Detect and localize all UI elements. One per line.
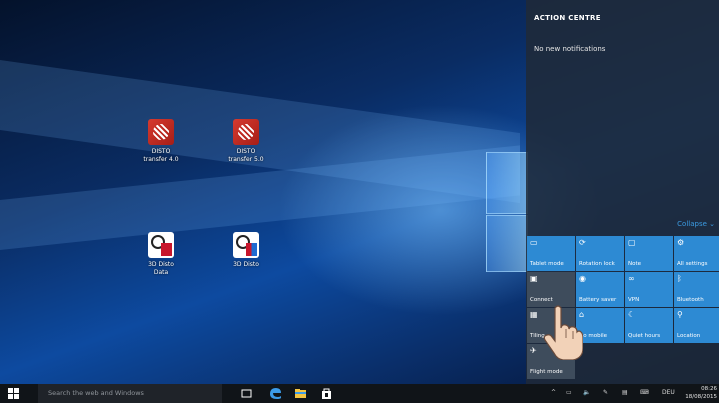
disto-transfer-icon xyxy=(148,119,174,145)
tiling-icon: ▦ xyxy=(530,310,538,319)
quick-action-go-mobile[interactable]: ⌂ Go mobile xyxy=(576,308,624,343)
clock-date: 18/08/2015 xyxy=(685,394,717,400)
pen-icon[interactable]: ✎ xyxy=(603,389,608,396)
tablet-mode-icon: ▭ xyxy=(530,238,538,247)
rotation-lock-icon: ⟳ xyxy=(579,238,586,247)
action-centre-icon[interactable]: ▤ xyxy=(622,389,628,396)
quick-action-bluetooth[interactable]: ᛒ Bluetooth xyxy=(674,272,719,307)
location-icon: ⚲ xyxy=(677,310,683,319)
store-icon[interactable] xyxy=(320,387,333,400)
volume-icon[interactable]: 🔈 xyxy=(583,389,590,396)
quick-action-settings[interactable]: ⚙ All settings xyxy=(674,236,719,271)
quick-action-battery-saver[interactable]: ◉ Battery saver xyxy=(576,272,624,307)
quick-action-location[interactable]: ⚲ Location xyxy=(674,308,719,343)
taskbar: Search the web and Windows ^ ▭ 🔈 ✎ ▤ ⌨ D… xyxy=(0,384,719,403)
taskbar-search-box[interactable]: Search the web and Windows xyxy=(38,384,222,403)
desktop-icon-disto-transfer-4[interactable]: DISTO transfer 4.0 xyxy=(129,119,193,164)
quick-action-vpn[interactable]: ∞ VPN xyxy=(625,272,673,307)
quick-action-label: Flight mode xyxy=(530,369,563,375)
keyboard-icon[interactable]: ⌨ xyxy=(640,389,649,396)
show-hidden-icons-icon[interactable]: ^ xyxy=(551,389,556,396)
task-view-icon[interactable] xyxy=(240,387,253,400)
input-language[interactable]: DEU xyxy=(662,389,675,396)
no-notifications-text: No new notifications xyxy=(534,45,606,53)
pointing-hand-overlay xyxy=(543,305,583,360)
windows-logo-pane xyxy=(486,215,528,272)
action-centre-title: ACTION CENTRE xyxy=(534,14,601,22)
desktop-icon-label: Data xyxy=(153,269,169,276)
desktop-icon-label: transfer 4.0 xyxy=(143,156,179,163)
quick-action-label: Location xyxy=(677,333,701,339)
desktop-icon-3d-disto[interactable]: 3D Disto xyxy=(214,232,278,269)
quick-action-rotation-lock[interactable]: ⟳ Rotation lock xyxy=(576,236,624,271)
battery-saver-icon: ◉ xyxy=(579,274,586,283)
quick-action-label: Note xyxy=(628,261,642,267)
bluetooth-icon: ᛒ xyxy=(677,274,682,283)
quick-action-quiet-hours[interactable]: ☾ Quiet hours xyxy=(625,308,673,343)
desktop-icon-label: DISTO xyxy=(236,148,256,155)
settings-icon: ⚙ xyxy=(677,238,685,247)
taskbar-clock[interactable]: 08:26 18/08/2015 xyxy=(685,385,717,401)
clock-time: 08:26 xyxy=(701,386,717,392)
desktop-icon-disto-transfer-5[interactable]: DISTO transfer 5.0 xyxy=(214,119,278,164)
desktop-icon-3d-disto-data[interactable]: 3D Disto Data xyxy=(129,232,193,277)
note-icon: ▢ xyxy=(628,238,636,247)
quick-action-label: All settings xyxy=(677,261,708,267)
file-explorer-icon[interactable] xyxy=(294,387,307,400)
quick-action-label: Connect xyxy=(530,297,553,303)
quick-action-label: Battery saver xyxy=(579,297,617,303)
vpn-icon: ∞ xyxy=(628,274,635,283)
flight-mode-icon: ✈ xyxy=(530,346,537,355)
quick-action-tablet-mode[interactable]: ▭ Tablet mode xyxy=(527,236,575,271)
desktop-icon-label: 3D Disto xyxy=(148,261,174,268)
quiet-hours-icon: ☾ xyxy=(628,310,636,319)
3d-disto-icon xyxy=(148,232,174,258)
desktop-icon-label: transfer 5.0 xyxy=(228,156,264,163)
quick-action-note[interactable]: ▢ Note xyxy=(625,236,673,271)
disto-transfer-icon xyxy=(233,119,259,145)
desktop-icon-label: DISTO xyxy=(151,148,171,155)
windows-logo-pane xyxy=(486,152,528,214)
battery-icon[interactable]: ▭ xyxy=(566,389,572,396)
search-placeholder: Search the web and Windows xyxy=(48,389,144,397)
quick-action-label: Tablet mode xyxy=(530,261,564,267)
quick-action-label: Quiet hours xyxy=(628,333,661,339)
quick-action-label: Bluetooth xyxy=(677,297,704,303)
quick-action-label: Rotation lock xyxy=(579,261,615,267)
connect-icon: ▣ xyxy=(530,274,538,283)
windows-start-icon[interactable] xyxy=(8,388,19,399)
quick-action-label: VPN xyxy=(628,297,640,303)
quick-action-connect[interactable]: ▣ Connect xyxy=(527,272,575,307)
3d-disto-icon xyxy=(233,232,259,258)
collapse-link[interactable]: Collapse ⌄ xyxy=(677,220,715,228)
quick-action-label: Go mobile xyxy=(579,333,608,339)
desktop-icon-label: 3D Disto xyxy=(233,261,259,268)
edge-browser-icon[interactable] xyxy=(268,387,281,400)
